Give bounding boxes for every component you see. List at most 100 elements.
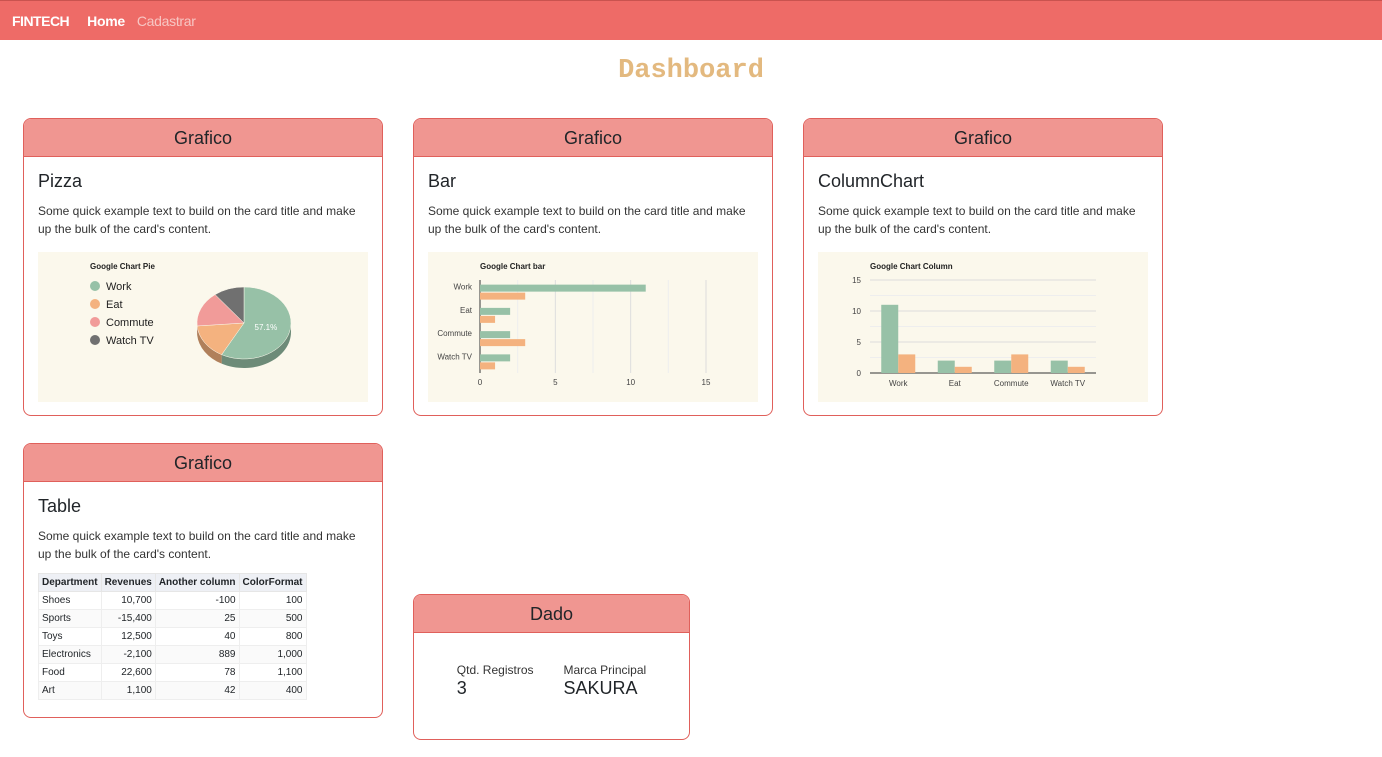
pie-chart: Google Chart Pie Work Eat Commute Watch TV 57… bbox=[38, 252, 368, 402]
table-header-cell[interactable]: Department bbox=[38, 573, 102, 592]
table-cell: -15,400 bbox=[100, 609, 156, 628]
card-header: Dado bbox=[414, 595, 689, 633]
column-watch-tv-s2 bbox=[1067, 366, 1085, 373]
x-tick-label: 0 bbox=[478, 378, 483, 387]
stat-qtd-registros: Qtd. Registros 3 bbox=[457, 663, 534, 699]
bar-watch-tv-s1 bbox=[480, 354, 511, 362]
table-cell: 25 bbox=[154, 609, 240, 628]
legend-label: Eat bbox=[106, 299, 123, 311]
chart-title: Google Chart Pie bbox=[90, 262, 155, 271]
chart-title: Google Chart Column bbox=[870, 262, 953, 271]
pie-chart-svg: Google Chart Pie Work Eat Commute Watch TV 57… bbox=[90, 262, 292, 368]
bar-chart: Google Chart bar 0 5 10 15 Work Eat Commute Watc… bbox=[428, 252, 758, 402]
legend-label: Commute bbox=[106, 317, 154, 329]
bar-watch-tv-s2 bbox=[480, 362, 496, 370]
x-tick-label: Commute bbox=[994, 379, 1029, 388]
table-cell: 889 bbox=[154, 645, 240, 664]
table-header-row: Department Revenues Another column ColorFor… bbox=[38, 573, 307, 592]
card-text: Some quick example text to build on the … bbox=[818, 204, 1136, 236]
card-header: Grafico bbox=[414, 119, 772, 157]
table-cell: Toys bbox=[38, 627, 102, 646]
bar-commute-s1 bbox=[480, 331, 511, 339]
table-cell: 1,100 bbox=[238, 663, 307, 682]
table-row: Sports -15,400 25 500 bbox=[38, 609, 307, 628]
legend-swatch bbox=[90, 281, 100, 291]
card-header: Grafico bbox=[804, 119, 1162, 157]
card-dado: Dado Qtd. Registros 3 Marca Principal SA… bbox=[413, 594, 690, 740]
x-tick-label: 5 bbox=[553, 378, 558, 387]
table-cell: 800 bbox=[238, 627, 307, 646]
bar-work-s1 bbox=[480, 284, 646, 292]
card-text: Some quick example text to build on the … bbox=[428, 204, 746, 236]
table-cell: 1,100 bbox=[100, 681, 156, 700]
table-cell: Sports bbox=[38, 609, 102, 628]
column-chart: Google Chart Column 0 5 10 15 Work Eat Commute W… bbox=[818, 252, 1148, 402]
table-cell: Shoes bbox=[38, 591, 102, 610]
table-row: Toys 12,500 40 800 bbox=[38, 627, 307, 646]
y-tick-label: 15 bbox=[852, 276, 861, 285]
card-title: Pizza bbox=[38, 171, 83, 191]
column-watch-tv-s1 bbox=[1050, 360, 1068, 373]
table-cell: 500 bbox=[238, 609, 307, 628]
y-tick-label: 5 bbox=[857, 338, 862, 347]
column-commute-s1 bbox=[994, 360, 1012, 373]
table-cell: Food bbox=[38, 663, 102, 682]
y-tick-label: Watch TV bbox=[437, 352, 472, 361]
stat-label: Marca Principal bbox=[563, 663, 647, 677]
legend-swatch bbox=[90, 335, 100, 345]
table-cell: 40 bbox=[154, 627, 240, 646]
bar-work-s2 bbox=[480, 292, 526, 300]
column-work-s1 bbox=[881, 304, 899, 373]
table-header-cell[interactable]: Another column bbox=[154, 573, 240, 592]
table-row: Electronics -2,100 889 1,000 bbox=[38, 645, 307, 664]
card-title: ColumnChart bbox=[818, 171, 925, 191]
card-title: Bar bbox=[428, 171, 457, 191]
column-commute-s2 bbox=[1011, 354, 1029, 373]
nav-link-cadastrar[interactable]: Cadastrar bbox=[137, 13, 196, 29]
card-header: Grafico bbox=[24, 444, 382, 482]
table-header-cell[interactable]: Revenues bbox=[100, 573, 156, 592]
y-tick-label: Eat bbox=[460, 306, 473, 315]
card-pie: Grafico Pizza Some quick example text to… bbox=[23, 118, 383, 416]
bar-chart-svg: Google Chart bar 0 5 10 15 Work Eat Commute Watc… bbox=[437, 262, 711, 387]
legend-swatch bbox=[90, 317, 100, 327]
table-cell: Electronics bbox=[38, 645, 102, 664]
card-column: Grafico ColumnChart Some quick example t… bbox=[803, 118, 1163, 416]
stat-value: 3 bbox=[456, 678, 467, 698]
data-table: Department Revenues Another column ColorFor… bbox=[38, 573, 307, 700]
card-text: Some quick example text to build on the … bbox=[38, 529, 356, 561]
stat-marca-principal: Marca Principal SAKURA bbox=[564, 663, 647, 699]
table-header-cell[interactable]: ColorFormat bbox=[238, 573, 307, 592]
card-header: Grafico bbox=[24, 119, 382, 157]
table-cell: -100 bbox=[154, 591, 240, 610]
y-tick-label: 0 bbox=[857, 369, 862, 378]
x-tick-label: Watch TV bbox=[1050, 379, 1085, 388]
column-eat-s1 bbox=[937, 360, 955, 373]
y-tick-label: 10 bbox=[852, 307, 861, 316]
x-tick-label: Work bbox=[889, 379, 909, 388]
bar-commute-s2 bbox=[480, 339, 526, 347]
column-work-s2 bbox=[898, 354, 916, 373]
table-cell: 42 bbox=[154, 681, 240, 700]
legend-swatch bbox=[90, 299, 100, 309]
bar-eat-s2 bbox=[480, 315, 496, 323]
card-text: Some quick example text to build on the … bbox=[38, 204, 356, 236]
y-tick-label: Commute bbox=[437, 329, 472, 338]
table-cell: 78 bbox=[154, 663, 240, 682]
table-cell: Art bbox=[38, 681, 102, 700]
navbar: FINTECH Home Cadastrar bbox=[0, 0, 1382, 40]
table-cell: -2,100 bbox=[100, 645, 156, 664]
table-cell: 12,500 bbox=[100, 627, 156, 646]
column-chart-svg: Google Chart Column 0 5 10 15 Work Eat Commute W… bbox=[852, 262, 1096, 388]
x-tick-label: 10 bbox=[626, 378, 635, 387]
table-body: Shoes 10,700 -100 100 Sports -15,400 25 500 Toys… bbox=[38, 591, 307, 700]
table-row: Shoes 10,700 -100 100 bbox=[38, 591, 307, 610]
card-title: Table bbox=[38, 496, 82, 516]
brand-logo[interactable]: FINTECH bbox=[12, 13, 70, 29]
table-cell: 400 bbox=[238, 681, 307, 700]
stat-label: Qtd. Registros bbox=[456, 663, 534, 677]
nav-link-home[interactable]: Home bbox=[87, 13, 125, 29]
x-tick-label: Eat bbox=[949, 379, 962, 388]
table-cell: 1,000 bbox=[238, 645, 307, 664]
card-bar: Grafico Bar Some quick example text to b… bbox=[413, 118, 773, 416]
